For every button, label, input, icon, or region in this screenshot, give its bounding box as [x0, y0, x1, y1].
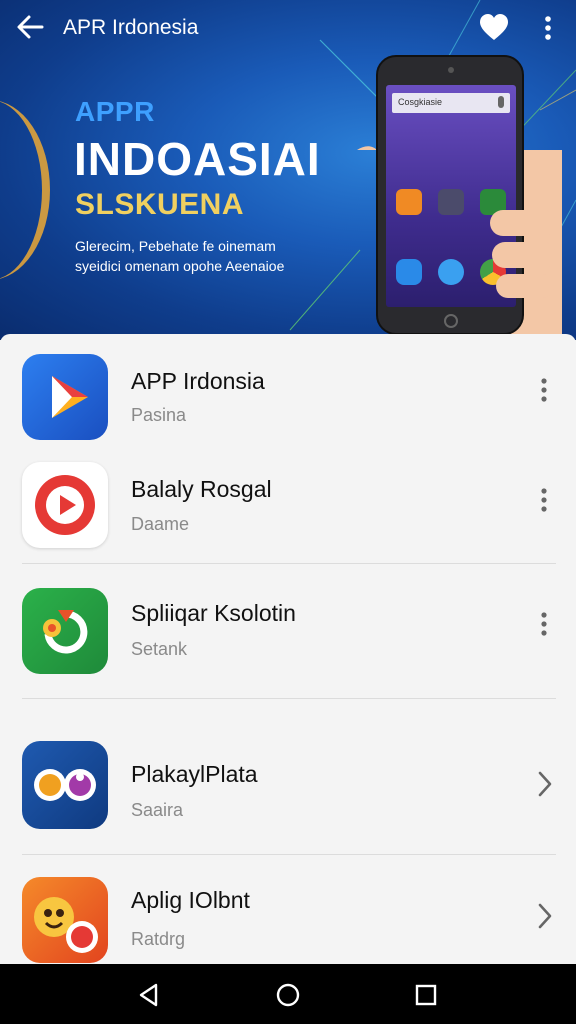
banner-subheading: SLSKUENA — [75, 188, 245, 221]
app-subtitle: Ratdrg — [131, 929, 186, 949]
phone-home-button — [444, 314, 458, 328]
circle-home-icon[interactable] — [275, 982, 301, 1008]
banner-description-line2: syeidici omenam opohe Aeenaioe — [75, 258, 285, 274]
app-list: APP Irdonsia Pasina Balaly Rosgal Daame — [0, 334, 576, 964]
app-title: APR Irdonesia — [63, 16, 199, 39]
heart-icon[interactable] — [478, 12, 510, 44]
phone-camera — [448, 67, 454, 73]
more-vertical-icon[interactable] — [532, 610, 556, 640]
more-vertical-icon[interactable] — [532, 376, 556, 406]
app-subtitle: Pasina — [131, 405, 187, 425]
phone-app-icon — [396, 189, 422, 215]
play-store-icon — [22, 354, 108, 440]
top-app-bar: APR Irdonesia — [0, 0, 576, 56]
banner-description-line1: Glerecim, Pebehate fe oinemam — [75, 238, 276, 254]
more-vertical-icon[interactable] — [532, 486, 556, 516]
app-subtitle: Setank — [131, 639, 188, 659]
chevron-right-icon[interactable] — [532, 901, 556, 931]
app-title: Aplig IOlbnt — [131, 887, 250, 913]
phone-search-bar: Cosgkiasie — [392, 93, 510, 113]
chevron-right-icon[interactable] — [532, 769, 556, 799]
more-vertical-icon[interactable] — [538, 14, 558, 42]
phone-search-text: Cosgkiasie — [398, 97, 443, 107]
message-icon — [438, 259, 464, 285]
system-navigation-bar — [0, 964, 576, 1024]
app-subtitle: Daame — [131, 514, 190, 534]
list-item[interactable]: PlakaylPlata Saaira — [0, 699, 576, 854]
sync-app-icon — [22, 588, 108, 674]
square-recents-icon[interactable] — [413, 982, 439, 1008]
triangle-back-icon[interactable] — [136, 982, 162, 1008]
fingers-illustration — [490, 210, 556, 298]
app-title: APP Irdonsia — [131, 368, 265, 394]
media-player-icon — [22, 741, 108, 829]
hero-banner: APR Irdonesia APPR INDOASIAI SLSKUENA Gl… — [0, 0, 576, 340]
phone-app-icon — [438, 189, 464, 215]
list-item[interactable]: Spliiqar Ksolotin Setank — [0, 564, 576, 698]
app-subtitle: Saaira — [131, 800, 184, 820]
banner-heading-large: INDOASIAI — [74, 133, 321, 185]
mic-icon — [498, 96, 504, 108]
app-title: PlakaylPlata — [131, 761, 258, 787]
video-play-icon — [22, 462, 108, 548]
arrow-left-icon[interactable] — [14, 12, 48, 42]
app-title: Balaly Rosgal — [131, 476, 272, 502]
banner-heading-small: APPR — [75, 96, 155, 127]
list-item[interactable]: APP Irdonsia Pasina — [0, 334, 576, 452]
app-title: Spliiqar Ksolotin — [131, 600, 296, 626]
game-mascot-icon — [22, 877, 108, 963]
phone-icon — [396, 259, 422, 285]
list-item[interactable]: Balaly Rosgal Daame — [0, 452, 576, 562]
list-item[interactable]: Aplig IOlbnt Ratdrg — [0, 855, 576, 964]
